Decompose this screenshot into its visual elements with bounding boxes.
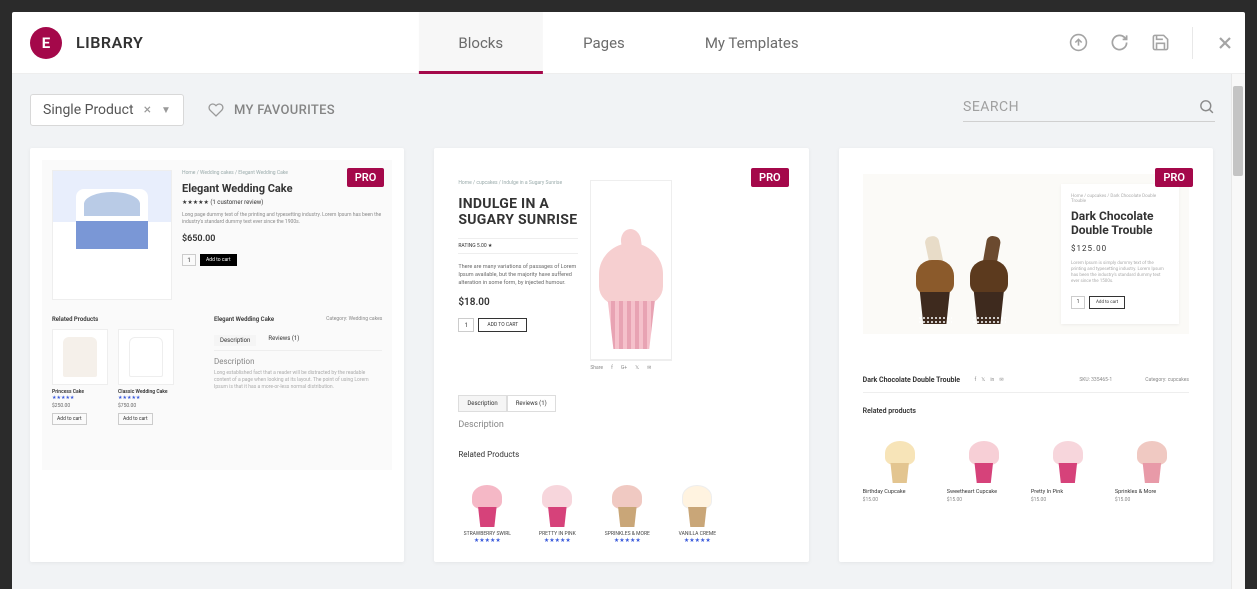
related-item: Sprinkles & More$15.00: [1115, 425, 1189, 503]
modal-title: LIBRARY: [76, 33, 143, 52]
related-item: SPRINKLES & MORE★★★★★: [598, 469, 656, 544]
related-item: Sweetheart Cupcake$15.00: [947, 425, 1021, 503]
product-title: Dark Chocolate Double Trouble: [1071, 210, 1169, 238]
share-bar: SharefG+𝕏✉: [590, 360, 672, 371]
scrollbar[interactable]: [1231, 74, 1245, 589]
related-label: Related Products: [458, 450, 784, 459]
scrollbar-thumb[interactable]: [1233, 86, 1243, 176]
filter-value: Single Product: [43, 102, 134, 118]
filter-clear-icon[interactable]: ×: [144, 102, 151, 118]
search-input[interactable]: [963, 99, 1198, 115]
product-meta: Dark Chocolate Double Trouble f𝕏in✉ SKU:…: [863, 364, 1189, 393]
upload-icon[interactable]: [1069, 33, 1088, 52]
tab-my-templates[interactable]: My Templates: [665, 12, 839, 74]
category-filter[interactable]: Single Product × ▼: [30, 94, 184, 126]
product-price: $650.00: [182, 234, 382, 244]
rating: RATING 5.00 ★: [458, 238, 578, 254]
add-to-cart-button: Add to cart: [1089, 296, 1125, 309]
template-card[interactable]: PRO Home / Wedding cakes / Elegant Weddi…: [30, 148, 404, 562]
divider: [1192, 27, 1193, 59]
pro-badge: PRO: [1155, 168, 1193, 187]
modal-content: Single Product × ▼ MY FAVOURITES PRO: [12, 74, 1245, 589]
template-thumbnail: Home / cupcakes / Dark Chocolate Double …: [851, 160, 1201, 550]
related-label: Related products: [863, 407, 1189, 415]
product-description: There are many variations of passages of…: [458, 264, 578, 287]
breadcrumb: Home / cupcakes / Dark Chocolate Double …: [1071, 194, 1169, 204]
template-thumbnail: Home / cupcakes / Indulge in a Sugary Su…: [446, 160, 796, 550]
qty-input: 1: [458, 318, 474, 332]
related-item: Birthday Cupcake$15.00: [863, 425, 937, 503]
product-description: Long page dummy text of the printing and…: [182, 212, 382, 226]
template-thumbnail: Home / Wedding cakes / Elegant Wedding C…: [42, 160, 392, 470]
template-card[interactable]: PRO Home / cupcakes / Dark Chocolate Dou…: [839, 148, 1213, 562]
close-icon[interactable]: [1215, 33, 1235, 53]
chevron-down-icon[interactable]: ▼: [161, 105, 171, 116]
template-card[interactable]: PRO Home / cupcakes / Indulge in a Sugar…: [434, 148, 808, 562]
toolbar: Single Product × ▼ MY FAVOURITES: [30, 94, 1227, 126]
add-to-cart-button: ADD TO CART: [478, 318, 527, 332]
library-modal: E LIBRARY Blocks Pages My Templates: [12, 12, 1245, 589]
template-grid: PRO Home / Wedding cakes / Elegant Weddi…: [30, 148, 1227, 562]
qty-input: 1: [1071, 296, 1085, 309]
product-price: $18.00: [458, 297, 578, 308]
product-image: [52, 170, 172, 300]
pro-badge: PRO: [347, 168, 385, 187]
header-actions: [1069, 27, 1235, 59]
related-item: VANILLA CREME★★★★★: [668, 469, 726, 544]
related-item: PRETTY IN PINK★★★★★: [528, 469, 586, 544]
modal-header: E LIBRARY Blocks Pages My Templates: [12, 12, 1245, 74]
product-image: [590, 180, 672, 360]
rating: ★★★★★ (1 customer review): [182, 199, 382, 206]
sync-icon[interactable]: [1110, 33, 1129, 52]
search-wrap: [963, 98, 1215, 122]
related-label: Related Products: [52, 316, 174, 323]
search-icon[interactable]: [1198, 98, 1215, 115]
tab-blocks[interactable]: Blocks: [418, 12, 543, 74]
product-description: Lorem Ipsum is simply dummy text of the …: [1071, 261, 1169, 286]
related-item: Pretty In Pink$15.00: [1031, 425, 1105, 503]
pro-badge: PRO: [751, 168, 789, 187]
breadcrumb: Home / cupcakes / Indulge in a Sugary Su…: [458, 180, 578, 186]
product-image: [873, 184, 1051, 324]
related-item: STRAWBERRY SWIRL★★★★★: [458, 469, 516, 544]
elementor-logo: E: [30, 27, 62, 59]
qty-input: 1: [182, 254, 196, 266]
tab-pages[interactable]: Pages: [543, 12, 665, 74]
add-to-cart-button: Add to cart: [200, 254, 237, 266]
related-item: Princess Cake ★★★★★ $250.00 Add to cart: [52, 329, 108, 425]
related-item: Classic Wedding Cake ★★★★★ $750.00 Add t…: [118, 329, 174, 425]
header-tabs: Blocks Pages My Templates: [418, 12, 838, 74]
heart-icon: [208, 102, 224, 118]
favourites-label: MY FAVOURITES: [234, 103, 335, 118]
product-title: INDULGE IN A SUGARY SUNRISE: [458, 196, 578, 228]
my-favourites-toggle[interactable]: MY FAVOURITES: [208, 102, 335, 118]
save-icon[interactable]: [1151, 33, 1170, 52]
product-price: $125.00: [1071, 244, 1169, 253]
